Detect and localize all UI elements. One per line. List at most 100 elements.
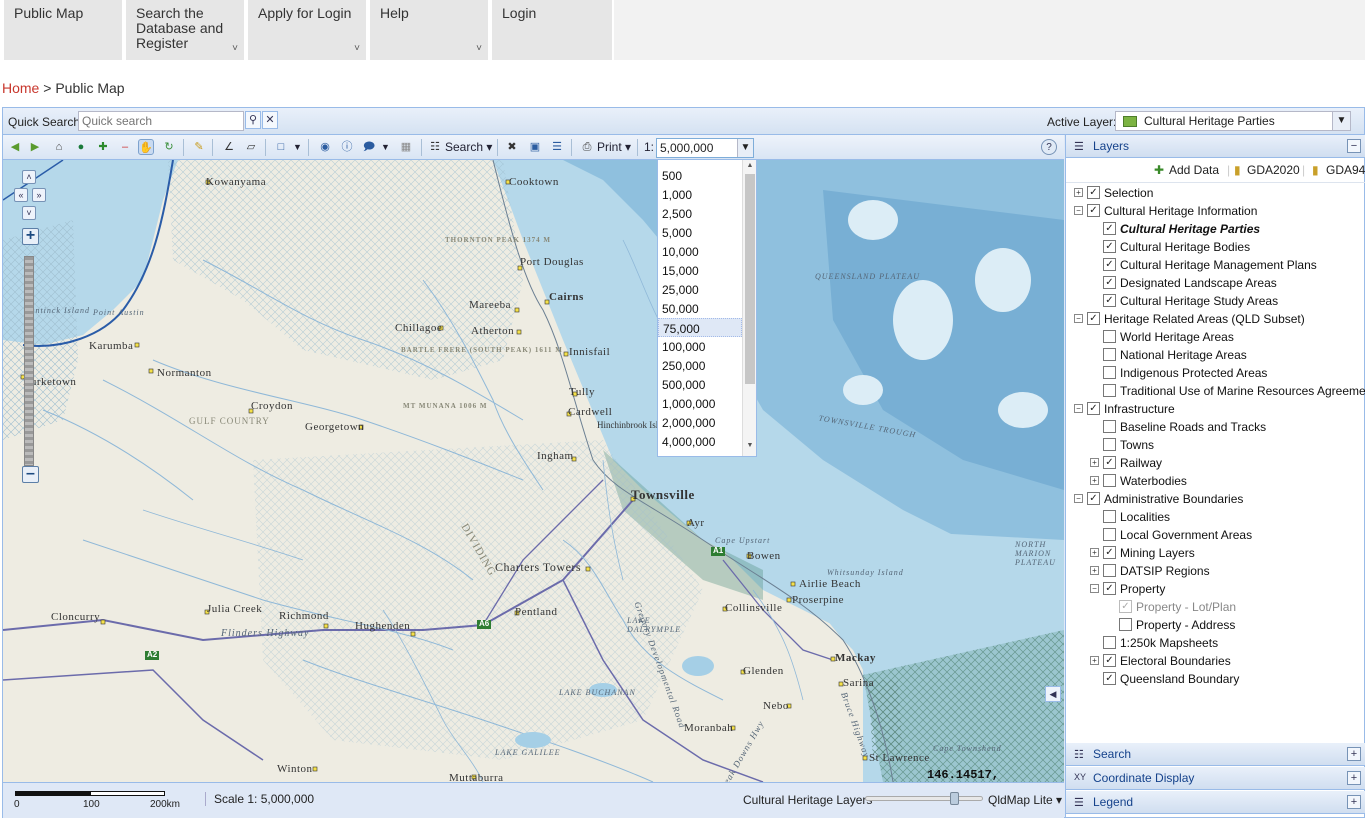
expand-icon[interactable]: +	[1090, 656, 1099, 665]
scale-option[interactable]: 75,000	[658, 318, 742, 337]
collapse-icon[interactable]: −	[1074, 404, 1083, 413]
chevron-down-icon[interactable]: ▼	[737, 139, 753, 157]
layer-checkbox[interactable]	[1103, 636, 1116, 649]
layer-checkbox[interactable]	[1103, 348, 1116, 361]
nav-tab[interactable]: Login	[492, 0, 612, 60]
nav-tab[interactable]: Apply for Login ˅	[248, 0, 366, 60]
clear-icon[interactable]: ✕	[262, 111, 278, 129]
scroll-down-icon[interactable]: ▼	[743, 442, 756, 454]
xy-coordinate-icon[interactable]: ✖	[504, 139, 520, 155]
scale-option[interactable]: 2,000,000	[658, 413, 742, 432]
forward-arrow-icon[interactable]: ▶	[27, 139, 43, 155]
layer-checkbox[interactable]	[1103, 366, 1116, 379]
scrollbar[interactable]: ▲ ▼	[742, 160, 756, 456]
scale-option[interactable]: 5,000,000	[658, 451, 742, 456]
layer-checkbox[interactable]: ✓	[1087, 312, 1100, 325]
scale-option[interactable]: 1,000	[658, 185, 742, 204]
add-data-button[interactable]: Add Data	[1169, 163, 1219, 177]
scrollbar-thumb[interactable]	[745, 174, 755, 384]
layer-checkbox[interactable]	[1119, 618, 1132, 631]
scale-option[interactable]: 500,000	[658, 375, 742, 394]
map-view[interactable]: Kowanyama Cooktown Port Douglas Cairns M…	[3, 160, 1064, 782]
scale-option[interactable]: 500	[658, 166, 742, 185]
scale-combobox[interactable]: 5,000,000 ▼	[656, 138, 754, 158]
measure-area-icon[interactable]: ▱	[243, 139, 259, 155]
layer-checkbox[interactable]: ✓	[1103, 582, 1116, 595]
collapse-icon[interactable]: −	[1074, 494, 1083, 503]
nav-tab[interactable]: Search the Database and Register ˅	[126, 0, 244, 60]
gda94-button[interactable]: GDA94	[1326, 163, 1365, 177]
layer-checkbox[interactable]: ✓	[1103, 276, 1116, 289]
nav-tab[interactable]: Public Map	[4, 0, 122, 60]
layer-checkbox[interactable]	[1103, 528, 1116, 541]
pan-left-icon[interactable]: «	[14, 188, 28, 202]
layers-panel-header[interactable]: ☰ Layers −	[1066, 135, 1365, 158]
chevron-down-icon[interactable]: ▼	[1332, 112, 1350, 130]
layer-checkbox[interactable]: ✓	[1087, 492, 1100, 505]
expand-icon[interactable]: +	[1347, 795, 1361, 809]
layer-checkbox[interactable]: ✓	[1103, 546, 1116, 559]
expand-icon[interactable]: +	[1090, 458, 1099, 467]
expand-icon[interactable]: +	[1090, 476, 1099, 485]
refresh-icon[interactable]: ↻	[161, 139, 177, 155]
nav-tab[interactable]: Help ˅	[370, 0, 488, 60]
accordion-header[interactable]: ☰ Legend +	[1066, 791, 1365, 814]
scale-option[interactable]: 10,000	[658, 242, 742, 261]
layer-checkbox[interactable]	[1103, 420, 1116, 433]
layer-checkbox[interactable]: ✓	[1087, 402, 1100, 415]
select-layer-icon[interactable]: ▣	[527, 139, 543, 155]
chevron-down-icon[interactable]: ▼	[381, 139, 390, 156]
layer-checkbox[interactable]: ✓	[1103, 240, 1116, 253]
scale-option[interactable]: 1,000,000	[658, 394, 742, 413]
layer-checkbox[interactable]: ✓	[1103, 672, 1116, 685]
scale-option[interactable]: 100,000	[658, 337, 742, 356]
scale-option[interactable]: 4,000,000	[658, 432, 742, 451]
callout-icon[interactable]: 🗩	[361, 139, 377, 155]
collapse-icon[interactable]: −	[1074, 206, 1083, 215]
layer-checkbox[interactable]: ✓	[1103, 654, 1116, 667]
chevron-down-icon[interactable]: ▼	[293, 139, 302, 156]
zoom-out-button[interactable]: –	[22, 466, 39, 483]
measure-line-icon[interactable]: ∠	[221, 139, 237, 155]
pan-down-icon[interactable]: ˅	[22, 206, 36, 220]
gda2020-button[interactable]: GDA2020	[1247, 163, 1300, 177]
layer-checkbox[interactable]: ✓	[1087, 204, 1100, 217]
slider-knob[interactable]	[950, 792, 959, 805]
scale-option[interactable]: 25,000	[658, 280, 742, 299]
scale-option[interactable]: 50,000	[658, 299, 742, 318]
zoom-in-icon[interactable]: ✚	[95, 139, 111, 155]
zoom-out-icon[interactable]: –	[117, 139, 133, 155]
scroll-up-icon[interactable]: ▲	[743, 162, 756, 174]
scale-option[interactable]: 250,000	[658, 356, 742, 375]
scale-option[interactable]: 5,000	[658, 223, 742, 242]
opacity-slider[interactable]	[865, 792, 983, 805]
back-arrow-icon[interactable]: ◀	[7, 139, 23, 155]
collapse-panel-icon[interactable]: ◀	[1045, 686, 1061, 702]
quick-search-input[interactable]	[78, 111, 244, 131]
layer-checkbox[interactable]: ✓	[1103, 456, 1116, 469]
accordion-header[interactable]: XY Coordinate Display +	[1066, 767, 1365, 790]
accordion-header[interactable]: ☷ Search +	[1066, 743, 1365, 766]
select-rectangle-icon[interactable]: □	[273, 139, 289, 155]
layer-checkbox[interactable]: ✓	[1103, 294, 1116, 307]
layer-checkbox[interactable]	[1103, 474, 1116, 487]
expand-icon[interactable]: +	[1090, 548, 1099, 557]
zoom-full-icon[interactable]: ●	[73, 139, 89, 155]
basemap-menu-button[interactable]: QldMap Lite ▾	[988, 793, 1062, 807]
info-icon[interactable]: ⓘ	[339, 139, 355, 155]
scale-option[interactable]: 15,000	[658, 261, 742, 280]
layer-checkbox[interactable]: ✓	[1119, 600, 1132, 613]
collapse-icon[interactable]: −	[1090, 584, 1099, 593]
layer-checkbox[interactable]: ✓	[1087, 186, 1100, 199]
active-layer-select[interactable]: Cultural Heritage Parties ▼	[1115, 111, 1351, 131]
expand-icon[interactable]: +	[1074, 188, 1083, 197]
expand-icon[interactable]: +	[1347, 747, 1361, 761]
scale-option[interactable]: 2,500	[658, 204, 742, 223]
expand-icon[interactable]: +	[1347, 771, 1361, 785]
print-menu-button[interactable]: Print ▾	[597, 139, 631, 156]
pencil-icon[interactable]: ✎	[191, 139, 207, 155]
pan-hand-icon[interactable]: ✋	[138, 139, 154, 155]
home-icon[interactable]: ⌂	[51, 139, 67, 155]
expand-icon[interactable]: +	[1090, 566, 1099, 575]
layer-checkbox[interactable]	[1103, 438, 1116, 451]
